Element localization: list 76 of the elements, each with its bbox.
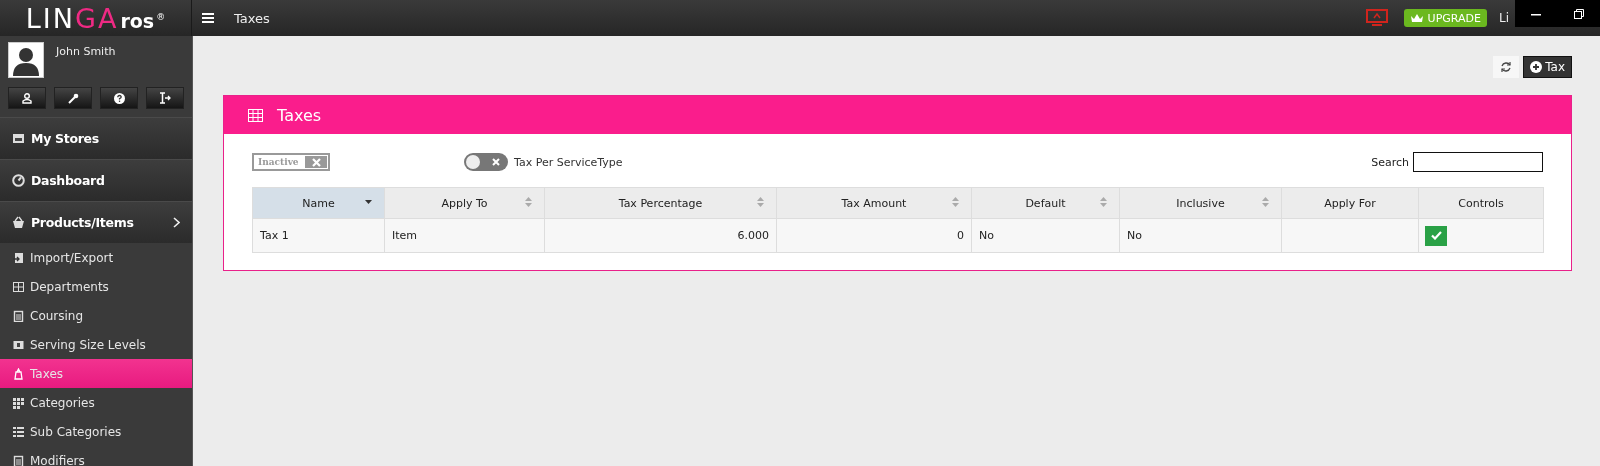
sort-icon bbox=[757, 197, 764, 207]
help-icon bbox=[113, 92, 125, 104]
table-icon bbox=[248, 108, 263, 122]
add-tax-button[interactable]: Tax bbox=[1523, 56, 1572, 78]
toggle-switch[interactable] bbox=[464, 153, 508, 171]
refresh-button[interactable] bbox=[1493, 56, 1520, 78]
column-header[interactable]: Apply To bbox=[384, 187, 545, 219]
tools-button[interactable] bbox=[54, 87, 92, 109]
column-header[interactable]: Default bbox=[971, 187, 1120, 219]
item-icon bbox=[13, 338, 24, 351]
sidebar-item[interactable]: Coursing bbox=[0, 301, 192, 330]
sidebar-item[interactable]: Serving Size Levels bbox=[0, 330, 192, 359]
refresh-icon bbox=[1500, 61, 1513, 73]
sidebar-section[interactable]: My Stores bbox=[0, 117, 192, 159]
logout-icon bbox=[159, 92, 171, 104]
logo-text: LIN bbox=[25, 2, 76, 36]
table-cell: No bbox=[971, 218, 1120, 253]
column-header[interactable]: Tax Amount bbox=[776, 187, 972, 219]
table-cell: Tax 1 bbox=[252, 218, 385, 253]
section-icon bbox=[12, 132, 25, 145]
column-header[interactable]: Name bbox=[252, 187, 385, 219]
profile-name: John Smith bbox=[56, 45, 116, 60]
sort-icon bbox=[1262, 197, 1269, 207]
sort-icon bbox=[525, 197, 532, 207]
registered-mark: ® bbox=[156, 12, 166, 22]
section-icon bbox=[12, 216, 25, 229]
logo-text: GA bbox=[75, 2, 119, 36]
sidebar-item[interactable]: Sub Categories bbox=[0, 417, 192, 446]
page-title: Taxes bbox=[234, 10, 270, 26]
sidebar-item[interactable]: Import/Export bbox=[0, 243, 192, 272]
section-icon bbox=[12, 174, 25, 187]
item-icon bbox=[13, 454, 24, 466]
sidebar-item[interactable]: Modifiers bbox=[0, 446, 192, 466]
wrench-icon bbox=[67, 92, 79, 104]
sidebar-item[interactable]: Categories bbox=[0, 388, 192, 417]
toggle-label: Tax Per ServiceType bbox=[514, 155, 623, 169]
panel-title: Taxes bbox=[277, 105, 322, 125]
person-icon bbox=[22, 92, 32, 104]
column-header[interactable]: Apply For bbox=[1281, 187, 1419, 219]
chevron-icon bbox=[173, 217, 180, 228]
close-icon bbox=[492, 158, 500, 166]
sort-icon bbox=[952, 197, 959, 207]
sidebar-section[interactable]: Dashboard bbox=[0, 159, 192, 201]
menu-icon[interactable] bbox=[202, 13, 214, 23]
column-header[interactable]: Controls bbox=[1418, 187, 1544, 219]
sort-desc-icon bbox=[365, 200, 372, 204]
crown-icon bbox=[1409, 13, 1424, 23]
logo-text: ros bbox=[120, 9, 155, 34]
plus-icon bbox=[1530, 61, 1543, 73]
search-label: Search bbox=[1371, 155, 1409, 169]
table-cell: 6.000 bbox=[544, 218, 777, 253]
avatar-icon bbox=[8, 42, 44, 78]
sidebar-section[interactable]: Products/Items bbox=[0, 201, 192, 243]
table-cell: Item bbox=[384, 218, 545, 253]
monitor-icon[interactable] bbox=[1365, 9, 1388, 27]
restore-icon[interactable] bbox=[1573, 8, 1584, 19]
check-icon bbox=[1430, 231, 1442, 240]
active-button[interactable] bbox=[1425, 225, 1447, 246]
item-icon bbox=[13, 251, 24, 264]
sidebar-item[interactable]: Departments bbox=[0, 272, 192, 301]
user-name[interactable]: Li bbox=[1498, 11, 1509, 25]
column-header[interactable]: Inclusive bbox=[1119, 187, 1282, 219]
item-icon bbox=[13, 396, 24, 409]
close-icon bbox=[311, 157, 321, 167]
item-icon bbox=[13, 425, 24, 438]
search-field[interactable] bbox=[1413, 152, 1543, 172]
logout-button[interactable] bbox=[146, 87, 184, 109]
help-button[interactable] bbox=[100, 87, 138, 109]
profile-button[interactable] bbox=[8, 87, 46, 109]
column-header[interactable]: Tax Percentage bbox=[544, 187, 777, 219]
item-icon bbox=[13, 280, 24, 293]
table-cell: No bbox=[1119, 218, 1282, 253]
sort-icon bbox=[1100, 197, 1107, 207]
item-icon bbox=[13, 309, 24, 322]
item-icon bbox=[13, 367, 24, 380]
table-cell: 0 bbox=[776, 218, 972, 253]
